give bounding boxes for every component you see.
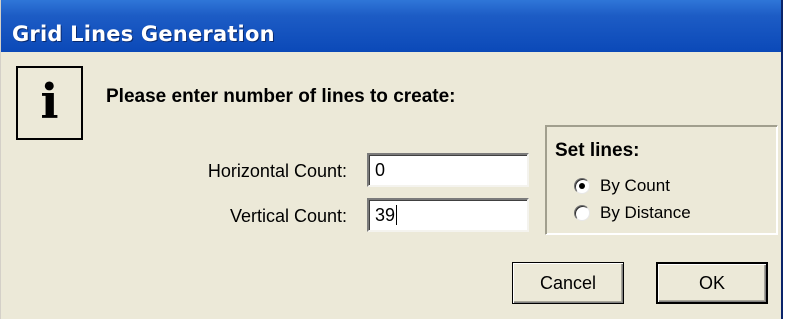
radio-button-unselected[interactable] xyxy=(574,205,590,221)
radio-dot xyxy=(579,183,585,189)
horizontal-count-value: 0 xyxy=(375,160,386,180)
radio-button-selected[interactable] xyxy=(574,178,590,194)
set-lines-group: Set lines: By Count By Distance xyxy=(545,125,778,235)
set-lines-title: Set lines: xyxy=(555,140,640,161)
window-title: Grid Lines Generation xyxy=(12,22,275,46)
horizontal-count-label: Horizontal Count: xyxy=(207,161,347,181)
horizontal-count-input[interactable]: 0 xyxy=(367,153,529,187)
info-icon: i xyxy=(16,66,83,140)
grid-lines-dialog: Grid Lines Generation i Please enter num… xyxy=(0,0,783,319)
vertical-count-value: 39 xyxy=(375,205,396,225)
vertical-count-input[interactable]: 39 xyxy=(367,198,529,232)
radio-by-count-label: By Count xyxy=(600,176,670,195)
title-bar[interactable]: Grid Lines Generation xyxy=(1,0,781,52)
prompt-text: Please enter number of lines to create: xyxy=(106,86,456,107)
vertical-count-label: Vertical Count: xyxy=(229,206,347,226)
text-caret xyxy=(396,205,398,225)
radio-by-distance-label: By Distance xyxy=(600,203,691,222)
cancel-button[interactable]: Cancel xyxy=(512,262,624,304)
info-icon-glyph: i xyxy=(40,74,59,130)
ok-button[interactable]: OK xyxy=(656,262,768,304)
